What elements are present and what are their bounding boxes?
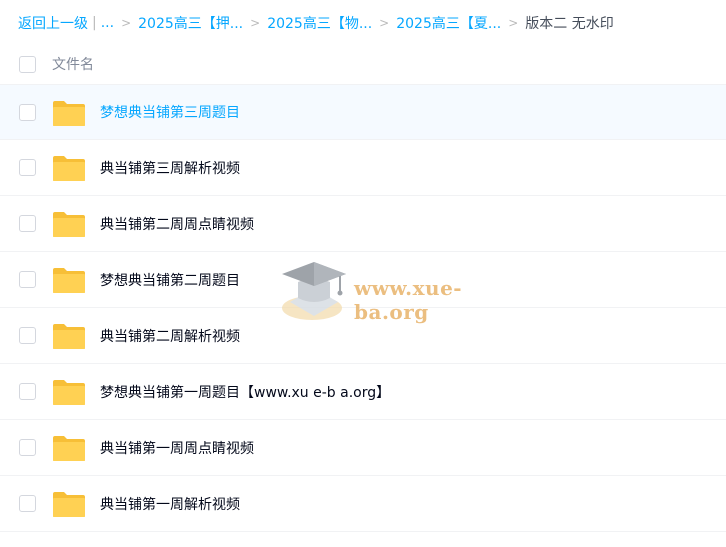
breadcrumb-current: 版本二 无水印 <box>525 16 614 32</box>
file-row[interactable]: 梦想典当铺第一周题目【www.xu e-b a.org】 <box>0 364 726 420</box>
row-checkbox[interactable] <box>19 383 36 400</box>
file-name[interactable]: 典当铺第二周解析视频 <box>100 326 240 346</box>
breadcrumb-crumb[interactable]: 2025高三【物... <box>267 13 372 33</box>
row-checkbox[interactable] <box>19 271 36 288</box>
breadcrumb-ellipsis[interactable]: ... <box>101 15 114 31</box>
folder-icon <box>53 156 85 181</box>
file-row[interactable]: 典当铺第三周解析视频 <box>0 140 726 196</box>
file-row[interactable]: 典当铺第一周周点睛视频 <box>0 420 726 476</box>
file-name[interactable]: 梦想典当铺第二周题目 <box>100 270 240 290</box>
breadcrumb-crumb[interactable]: 2025高三【夏... <box>396 13 501 33</box>
row-checkbox[interactable] <box>19 495 36 512</box>
row-checkbox[interactable] <box>19 215 36 232</box>
file-name[interactable]: 典当铺第一周解析视频 <box>100 494 240 514</box>
breadcrumb: 返回上一级 | ... > 2025高三【押... > 2025高三【物... … <box>18 12 614 34</box>
file-list-header: 文件名 <box>0 43 726 85</box>
file-row[interactable]: 典当铺第二周周点睛视频 <box>0 196 726 252</box>
folder-icon <box>53 436 85 461</box>
folder-icon <box>53 212 85 237</box>
folder-icon <box>53 324 85 349</box>
row-checkbox[interactable] <box>19 327 36 344</box>
row-checkbox[interactable] <box>19 439 36 456</box>
breadcrumb-separator: > <box>379 16 390 30</box>
file-name[interactable]: 典当铺第三周解析视频 <box>100 158 240 178</box>
file-name[interactable]: 典当铺第二周周点睛视频 <box>100 214 254 234</box>
file-row[interactable]: 梦想典当铺第三周题目 <box>0 84 726 140</box>
file-name[interactable]: 典当铺第一周周点睛视频 <box>100 438 254 458</box>
file-list: 梦想典当铺第三周题目 典当铺第三周解析视频 典当铺第二周周点睛视频 梦想典当铺第二周题… <box>0 84 726 532</box>
back-link[interactable]: 返回上一级 <box>18 13 88 33</box>
row-checkbox[interactable] <box>19 159 36 176</box>
file-name[interactable]: 梦想典当铺第三周题目 <box>100 102 240 122</box>
file-row[interactable]: 典当铺第二周解析视频 <box>0 308 726 364</box>
row-checkbox[interactable] <box>19 104 36 121</box>
file-row[interactable]: 梦想典当铺第二周题目 <box>0 252 726 308</box>
breadcrumb-divider: | <box>92 15 97 31</box>
file-row[interactable]: 典当铺第一周解析视频 <box>0 476 726 532</box>
folder-icon <box>53 492 85 517</box>
file-name[interactable]: 梦想典当铺第一周题目【www.xu e-b a.org】 <box>100 382 390 402</box>
filename-column-header[interactable]: 文件名 <box>52 54 94 74</box>
select-all-checkbox[interactable] <box>19 55 36 73</box>
folder-icon <box>53 101 85 126</box>
breadcrumb-separator: > <box>121 16 132 30</box>
breadcrumb-crumb[interactable]: 2025高三【押... <box>138 13 243 33</box>
breadcrumb-separator: > <box>508 16 519 30</box>
breadcrumb-separator: > <box>250 16 261 30</box>
folder-icon <box>53 268 85 293</box>
folder-icon <box>53 380 85 405</box>
